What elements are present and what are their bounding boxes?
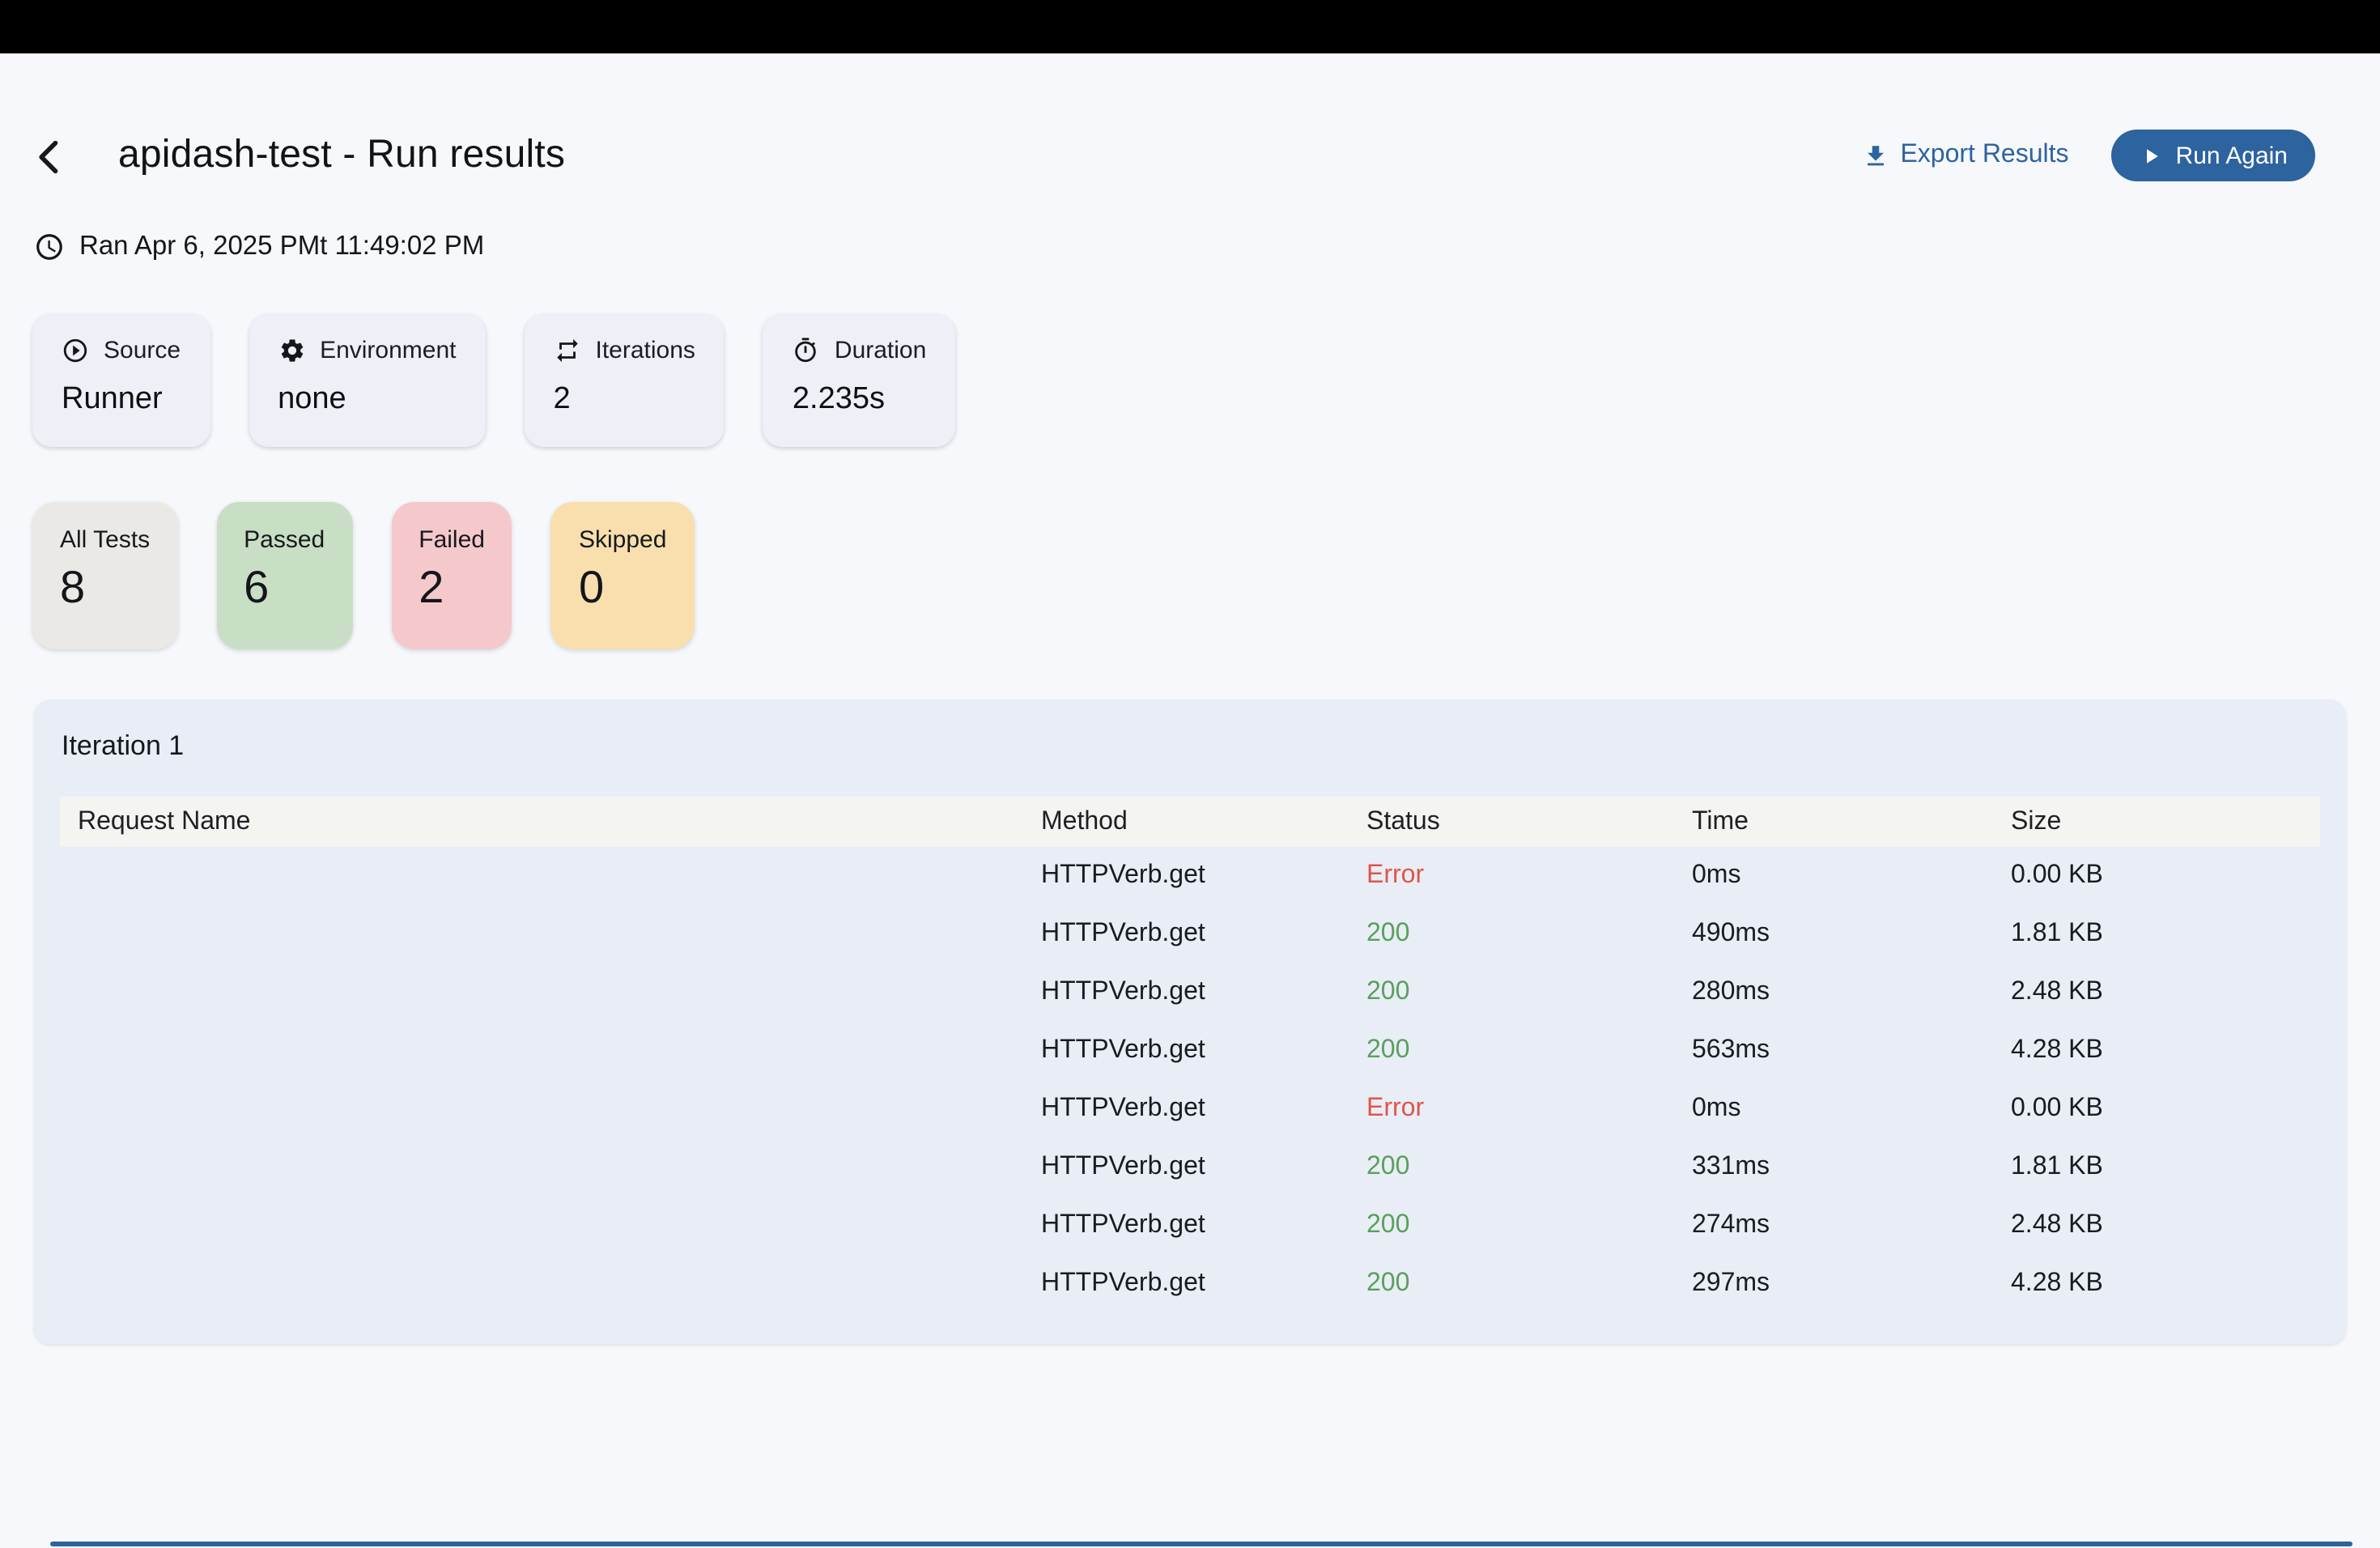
cell-method: HTTPVerb.get <box>1041 1095 1366 1124</box>
horizontal-scrollbar[interactable] <box>50 1541 2352 1546</box>
info-card-icon <box>793 337 820 364</box>
export-results-label: Export Results <box>1900 141 2068 170</box>
run-again-button[interactable]: Run Again <box>2111 130 2315 181</box>
cell-time: 297ms <box>1692 1269 2011 1299</box>
table-row[interactable]: HTTPVerb.get 200 274ms 2.48 KB <box>60 1197 2320 1255</box>
cell-method: HTTPVerb.get <box>1041 1036 1366 1065</box>
download-icon <box>1861 142 1889 169</box>
back-icon[interactable] <box>29 136 71 178</box>
cell-status: Error <box>1366 861 1692 891</box>
cell-size: 1.81 KB <box>2011 920 2320 949</box>
export-results-button[interactable]: Export Results <box>1861 141 2068 170</box>
screen: apidash-test - Run results Export Result… <box>0 0 2380 1548</box>
run-timestamp: Ran Apr 6, 2025 PMt 11:49:02 PM <box>34 232 484 262</box>
cell-time: 274ms <box>1692 1211 2011 1240</box>
cell-time: 563ms <box>1692 1036 2011 1065</box>
cell-time: 0ms <box>1692 861 2011 891</box>
info-card-label: Iterations <box>596 337 695 364</box>
cell-status: 200 <box>1366 1036 1692 1065</box>
cell-method: HTTPVerb.get <box>1041 978 1366 1007</box>
cell-size: 4.28 KB <box>2011 1036 2320 1065</box>
stat-card[interactable]: Passed 6 <box>216 502 352 649</box>
info-card-label: Duration <box>835 337 926 364</box>
table-row[interactable]: HTTPVerb.get Error 0ms 0.00 KB <box>60 1080 2320 1138</box>
info-card-value: none <box>278 382 456 418</box>
info-card-value: 2 <box>554 382 695 418</box>
results-table-body: HTTPVerb.get Error 0ms 0.00 KB HTTPVerb.… <box>60 847 2320 1313</box>
cell-method: HTTPVerb.get <box>1041 1211 1366 1240</box>
stat-card-value: 6 <box>244 562 325 614</box>
clock-icon <box>34 232 65 262</box>
stat-card-label: Passed <box>244 526 325 554</box>
stat-card-label: Skipped <box>579 526 666 554</box>
cell-status: 200 <box>1366 1153 1692 1182</box>
cell-method: HTTPVerb.get <box>1041 1269 1366 1299</box>
cell-size: 0.00 KB <box>2011 861 2320 891</box>
cell-status: 200 <box>1366 1269 1692 1299</box>
stat-card-label: Failed <box>419 526 485 554</box>
iteration-results-card: Iteration 1 Request Name Method Status T… <box>34 700 2346 1344</box>
cell-size: 4.28 KB <box>2011 1269 2320 1299</box>
info-card-label: Source <box>104 337 181 364</box>
stat-card[interactable]: Skipped 0 <box>551 502 694 649</box>
cell-size: 2.48 KB <box>2011 1211 2320 1240</box>
stat-card-label: All Tests <box>60 526 150 554</box>
info-card-icon <box>62 337 89 364</box>
info-card: Environment none <box>249 314 485 447</box>
cell-time: 0ms <box>1692 1095 2011 1124</box>
column-time: Time <box>1692 807 2011 836</box>
test-stat-cards: All Tests 8 Passed 6 Failed 2 Skipped 0 <box>32 502 694 649</box>
info-card-value: 2.235s <box>793 382 926 418</box>
cell-method: HTTPVerb.get <box>1041 920 1366 949</box>
cell-size: 0.00 KB <box>2011 1095 2320 1124</box>
stat-card[interactable]: All Tests 8 <box>32 502 177 649</box>
cell-time: 331ms <box>1692 1153 2011 1182</box>
info-card-label: Environment <box>320 337 456 364</box>
cell-method: HTTPVerb.get <box>1041 861 1366 891</box>
column-status: Status <box>1366 807 1692 836</box>
iteration-title: Iteration 1 <box>62 730 184 763</box>
cell-status: 200 <box>1366 920 1692 949</box>
cell-status: 200 <box>1366 978 1692 1007</box>
info-card: Duration 2.235s <box>763 314 955 447</box>
run-results-page: apidash-test - Run results Export Result… <box>0 53 2380 1548</box>
header-actions: Export Results Run Again <box>1861 128 2315 183</box>
column-size: Size <box>2011 807 2320 836</box>
column-method: Method <box>1041 807 1366 836</box>
page-title: apidash-test - Run results <box>118 133 565 178</box>
info-card: Iterations 2 <box>525 314 725 447</box>
table-row[interactable]: HTTPVerb.get 200 297ms 4.28 KB <box>60 1255 2320 1313</box>
stat-card-value: 2 <box>419 562 485 614</box>
cell-time: 490ms <box>1692 920 2011 949</box>
cell-method: HTTPVerb.get <box>1041 1153 1366 1182</box>
cell-time: 280ms <box>1692 978 2011 1007</box>
stat-card-value: 0 <box>579 562 666 614</box>
table-row[interactable]: HTTPVerb.get 200 563ms 4.28 KB <box>60 1022 2320 1080</box>
run-info-cards: Source Runner Environment none Itera <box>32 314 955 447</box>
window-titlebar <box>0 0 2380 53</box>
info-card: Source Runner <box>32 314 210 447</box>
cell-status: 200 <box>1366 1211 1692 1240</box>
stat-card[interactable]: Failed 2 <box>391 502 512 649</box>
table-row[interactable]: HTTPVerb.get 200 331ms 1.81 KB <box>60 1138 2320 1197</box>
stat-card-value: 8 <box>60 562 150 614</box>
cell-status: Error <box>1366 1095 1692 1124</box>
table-row[interactable]: HTTPVerb.get 200 490ms 1.81 KB <box>60 905 2320 963</box>
column-request-name: Request Name <box>78 807 1041 836</box>
info-card-icon <box>554 337 581 364</box>
cell-size: 2.48 KB <box>2011 978 2320 1007</box>
info-card-icon <box>278 337 305 364</box>
table-row[interactable]: HTTPVerb.get 200 280ms 2.48 KB <box>60 963 2320 1022</box>
cell-size: 1.81 KB <box>2011 1153 2320 1182</box>
results-table-header: Request Name Method Status Time Size <box>60 797 2320 847</box>
run-timestamp-text: Ran Apr 6, 2025 PMt 11:49:02 PM <box>79 232 484 262</box>
run-again-label: Run Again <box>2176 142 2288 169</box>
info-card-value: Runner <box>62 382 181 418</box>
table-row[interactable]: HTTPVerb.get Error 0ms 0.00 KB <box>60 847 2320 905</box>
play-icon <box>2139 143 2163 168</box>
